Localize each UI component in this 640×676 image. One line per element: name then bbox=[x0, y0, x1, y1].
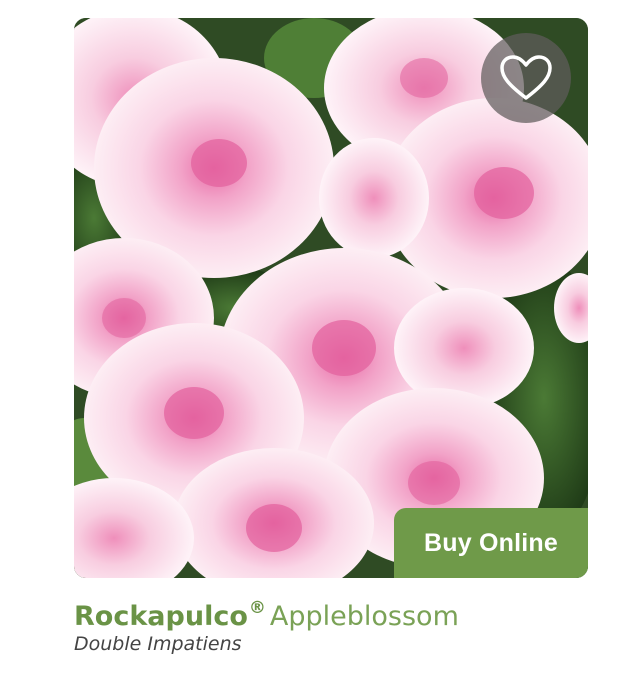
product-card: Buy Online Rockapulco® Appleblossom Doubl… bbox=[0, 0, 640, 676]
heart-outline-icon bbox=[500, 55, 552, 100]
product-subtitle: Double Impatiens bbox=[74, 633, 242, 655]
product-brand: Rockapulco bbox=[74, 601, 248, 632]
buy-online-label: Buy Online bbox=[424, 528, 558, 557]
registered-mark: ® bbox=[248, 598, 266, 618]
favorite-button[interactable] bbox=[481, 33, 571, 123]
product-variety: Appleblossom bbox=[269, 601, 459, 632]
buy-online-button[interactable]: Buy Online bbox=[394, 508, 588, 578]
